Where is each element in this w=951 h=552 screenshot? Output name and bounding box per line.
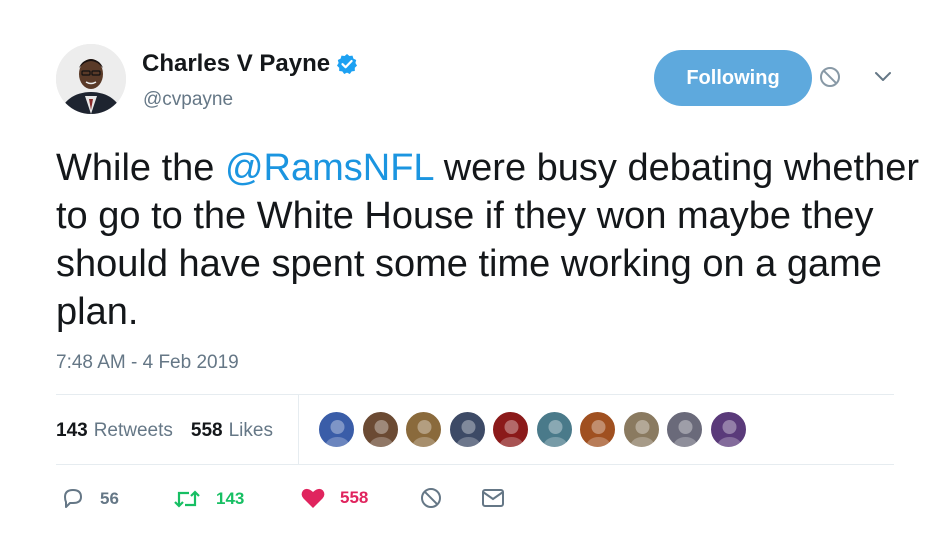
name-row: Charles V Payne [142,50,358,78]
reply-button[interactable]: 56 [60,486,119,512]
retweet-button[interactable]: 143 [172,486,244,512]
retweets-stat[interactable]: 143 Retweets [56,420,173,442]
chevron-down-icon[interactable] [873,70,893,84]
direct-message-button[interactable] [480,486,506,510]
user-name[interactable]: Charles V Payne [142,50,330,78]
retweets-label: Retweets [93,420,173,441]
divider [56,464,894,465]
tweet-text-segment: While the [56,147,225,189]
retweet-icon [174,490,200,508]
avatar-image [56,44,126,114]
retweets-count: 143 [56,420,88,441]
liker-avatar[interactable] [492,411,529,448]
block-action-button[interactable] [419,486,443,510]
tweet-text: While the @RamsNFL were busy debating wh… [56,144,926,336]
verified-badge-icon [336,53,358,75]
tweet-timestamp[interactable]: 7:48 AM - 4 Feb 2019 [56,352,239,374]
block-icon[interactable] [819,66,841,88]
like-count: 558 [340,488,369,507]
tweet-stats: 143 Retweets 558 Likes [56,420,273,442]
retweet-count: 143 [216,489,245,508]
liker-avatar[interactable] [318,411,355,448]
liker-avatar[interactable] [709,411,747,448]
liker-avatar[interactable] [622,411,660,448]
tweet-actions: 56 143 558 [60,486,530,518]
liker-avatar[interactable] [405,411,442,448]
avatar[interactable] [56,44,126,114]
envelope-icon [482,489,504,507]
likes-label: Likes [228,420,273,441]
likes-count: 558 [190,420,223,441]
heart-icon [301,488,325,508]
likes-stat[interactable]: 558 Likes [191,420,273,442]
liker-avatar[interactable] [666,411,703,448]
block-icon [421,488,441,508]
liker-avatar[interactable] [579,411,616,448]
liker-avatar[interactable] [448,411,486,448]
following-button[interactable]: Following [654,50,812,106]
liker-avatar[interactable] [535,411,573,448]
stats-divider [298,395,299,464]
reply-count: 56 [100,489,119,508]
like-button[interactable]: 558 [300,486,368,510]
reply-icon [64,489,82,508]
liker-avatar[interactable] [361,411,399,448]
divider [56,394,894,395]
mention-link[interactable]: @RamsNFL [225,147,433,189]
user-handle[interactable]: @cvpayne [143,89,233,111]
